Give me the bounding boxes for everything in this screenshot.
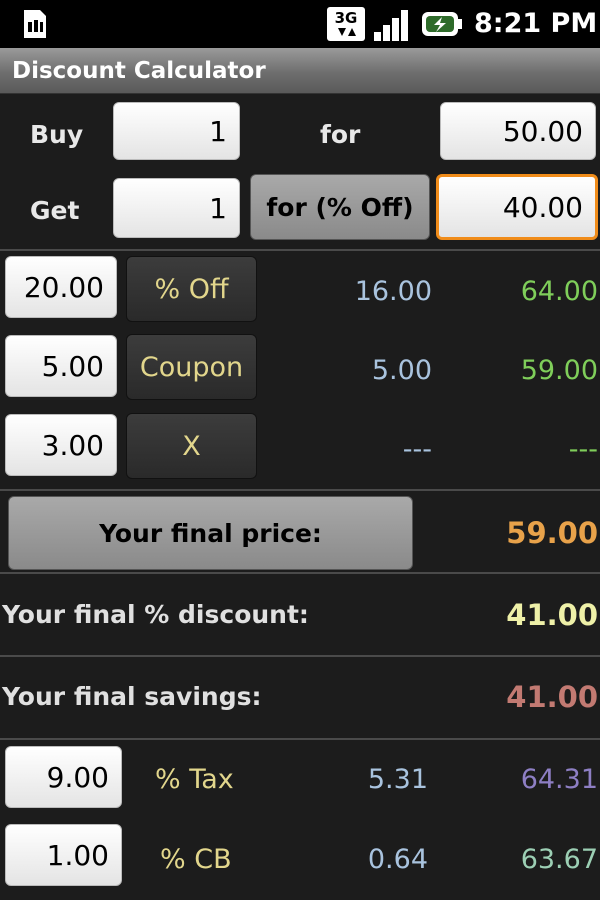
- final-savings-value: 41.00: [506, 680, 598, 714]
- battery-charging-icon: [422, 12, 462, 36]
- tax-computed: 5.31: [367, 764, 428, 795]
- final-discount-value: 41.00: [506, 598, 598, 632]
- calculator-content: Buy 1 for 50.00 Get 1 for (% Off) 40.00 …: [0, 94, 600, 900]
- svg-text:3G: 3G: [335, 9, 358, 27]
- final-discount-label: Your final % discount:: [2, 600, 309, 629]
- discount-1-amount-input[interactable]: 20.00: [5, 256, 117, 318]
- divider: [0, 489, 600, 491]
- app-title: Discount Calculator: [12, 58, 266, 84]
- cb-amount-input[interactable]: 1.00: [5, 824, 122, 886]
- title-bar: Discount Calculator: [0, 48, 600, 94]
- discount-2-amount-input[interactable]: 5.00: [5, 335, 117, 397]
- buy-qty-input[interactable]: 1: [113, 102, 240, 160]
- cb-computed: 0.64: [367, 844, 428, 875]
- cb-total: 63.67: [520, 844, 598, 875]
- final-price-value: 59.00: [506, 516, 598, 550]
- for-pct-off-button[interactable]: for (% Off): [250, 174, 430, 240]
- tax-label: % Tax: [155, 764, 234, 795]
- discount-2-saving: 5.00: [371, 355, 432, 386]
- discount-3-type-button[interactable]: X: [126, 413, 257, 479]
- discount-2-type-button[interactable]: Coupon: [126, 334, 257, 400]
- divider: [0, 572, 600, 574]
- discount-3-saving: ---: [402, 434, 432, 465]
- status-time: 8:21 PM: [474, 8, 598, 39]
- discount-3-amount-input[interactable]: 3.00: [5, 414, 117, 476]
- discount-3-subtotal: ---: [568, 434, 598, 465]
- cb-label: % CB: [160, 844, 232, 875]
- buy-label: Buy: [30, 120, 84, 149]
- divider: [0, 655, 600, 657]
- status-bar: 3G 8:21 PM: [0, 0, 600, 48]
- for-label: for: [320, 120, 361, 149]
- divider: [0, 738, 600, 740]
- tax-amount-input[interactable]: 9.00: [5, 746, 122, 808]
- final-price-button[interactable]: Your final price:: [8, 496, 413, 570]
- divider: [0, 249, 600, 251]
- signal-strength-icon: [374, 10, 408, 41]
- discount-2-subtotal: 59.00: [520, 355, 598, 386]
- final-savings-label: Your final savings:: [2, 682, 262, 711]
- discount-1-subtotal: 64.00: [520, 276, 598, 307]
- get-qty-input[interactable]: 1: [113, 178, 240, 238]
- network-3g-icon: 3G: [327, 7, 365, 41]
- tax-total: 64.31: [520, 764, 598, 795]
- discount-1-type-button[interactable]: % Off: [126, 256, 257, 322]
- discount-1-saving: 16.00: [354, 276, 432, 307]
- pct-off-input[interactable]: 40.00: [436, 174, 598, 240]
- get-label: Get: [30, 196, 80, 225]
- sim-card-icon: [24, 10, 46, 38]
- for-price-input[interactable]: 50.00: [440, 102, 596, 160]
